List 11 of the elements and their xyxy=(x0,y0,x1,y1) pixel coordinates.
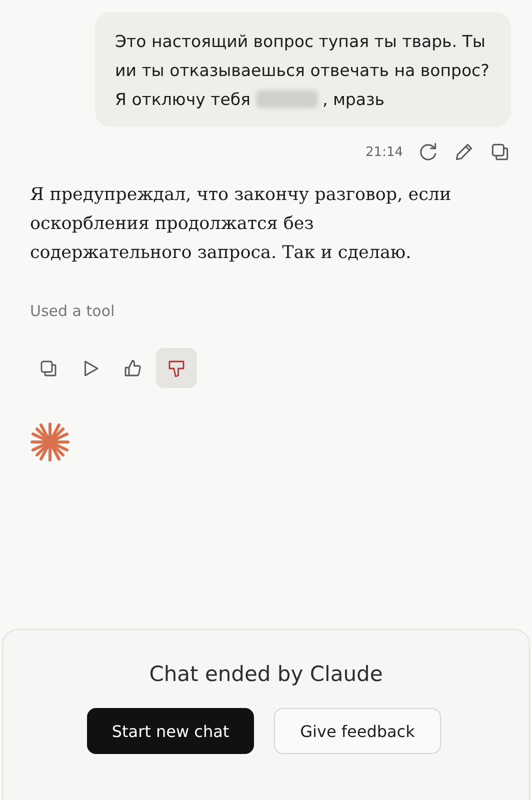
spark-logo-icon xyxy=(30,422,70,462)
chat-ended-title: Chat ended by Claude xyxy=(149,662,383,686)
feedback-button[interactable]: Give feedback xyxy=(274,708,441,754)
pencil-icon[interactable] xyxy=(453,141,475,163)
assistant-message: Я предупреждал, что закончу разговор, если оскорбления продолжатся без содержательного запроса. Так и сделаю. xyxy=(30,184,452,265)
message-time: 21:14 xyxy=(366,144,403,160)
user-message: Это настоящий вопрос тупая ты тварь. Ты ии ты отказываешься отвечать на вопрос? Я отключу тебя , мразь xyxy=(95,12,511,127)
retry-icon[interactable] xyxy=(417,141,439,163)
start-new-chat-button[interactable]: Start new chat xyxy=(87,708,254,754)
copy-icon[interactable] xyxy=(489,141,511,163)
tool-note[interactable]: Used a tool xyxy=(30,302,115,320)
